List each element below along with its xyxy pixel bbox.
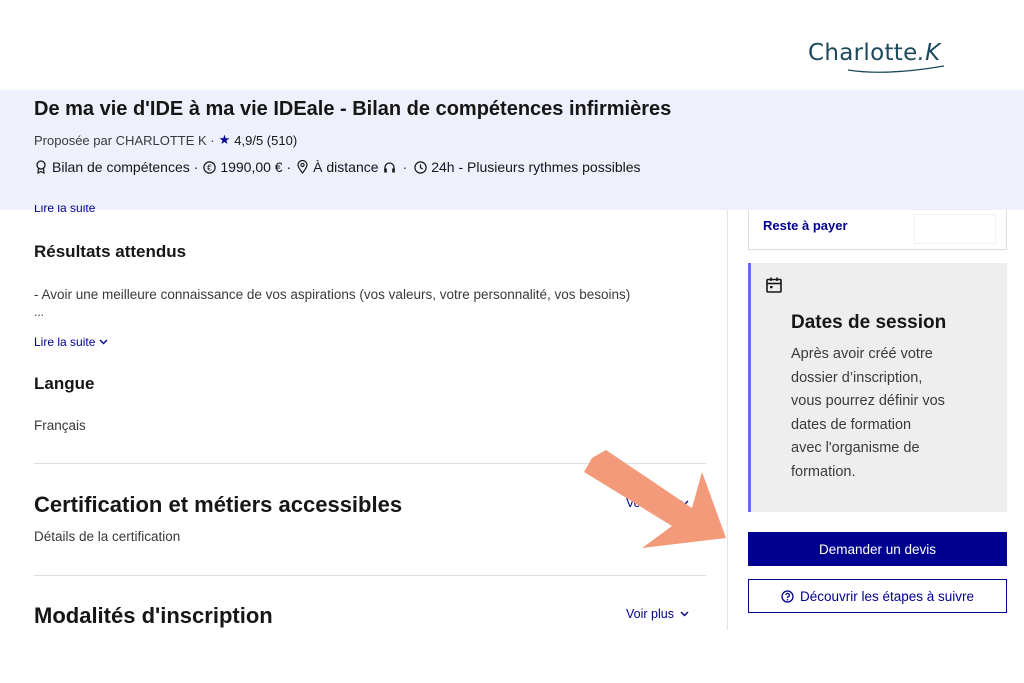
chevron-down-icon [680,611,689,617]
results-heading: Résultats attendus [34,242,187,261]
registration-voir-plus[interactable]: Voir plus [626,607,689,621]
course-rating: 4,9/5 (510) [234,132,298,148]
discover-steps-label[interactable]: Découvrir les étapes à suivre [800,589,974,604]
certification-details: Détails de la certification [34,529,181,544]
chevron-down-icon [99,339,108,345]
star-icon: ★ [218,132,231,147]
logo-swoosh-icon [847,65,945,73]
tag-mode: À distance [313,159,379,175]
remaining-payment-box: Reste à payer [748,210,1007,250]
column-divider [727,210,728,630]
location-pin-icon [295,160,309,174]
headset-icon [383,160,397,174]
certification-heading: Certification et métiers accessibles [34,492,403,517]
tag-price: 1990,00 € · [220,159,292,175]
language-value: Français [34,418,86,433]
results-text: - Avoir une meilleure connaissance de vo… [34,287,631,302]
language-heading: Langue [34,374,95,393]
brand-logo: Charlotte.K [806,36,956,80]
clock-icon [413,160,427,174]
course-tags: Bilan de compétences · € 1990,00 € · À d… [34,159,641,175]
calendar-icon [766,277,782,293]
separator: · [402,159,408,175]
registration-heading: Modalités d'inscription [34,603,273,628]
svg-text:€: € [207,163,212,172]
remaining-value [914,214,996,244]
proposed-by: Proposée par CHARLOTTE K · [34,132,215,148]
course-meta: Proposée par CHARLOTTE K · ★ 4,9/5 (510) [34,132,297,148]
discover-steps-button[interactable]: Découvrir les étapes à suivre [748,579,1007,613]
tag-duration: 24h - Plusieurs rythmes possibles [431,159,641,175]
remaining-label: Reste à payer [763,218,848,233]
section-divider [34,575,706,576]
pointer-arrow-icon [584,450,726,548]
read-more-link-partial[interactable]: Lire la suite [34,205,95,215]
tag-type: Bilan de compétences · [52,159,199,175]
euro-icon: € [202,160,216,174]
help-circle-icon [781,589,794,603]
results-read-more[interactable]: Lire la suite [34,335,108,349]
results-ellipsis: ... [34,305,45,319]
session-dates-title: Dates de session [791,312,947,333]
course-title: De ma vie d'IDE à ma vie IDEale - Bilan … [34,98,672,120]
request-quote-button[interactable]: Demander un devis [748,532,1007,566]
session-dates-text: Après avoir créé votre dossier d’inscrip… [791,346,945,480]
session-dates-card: Dates de session Après avoir créé votre … [748,263,1007,512]
award-icon [34,160,48,174]
